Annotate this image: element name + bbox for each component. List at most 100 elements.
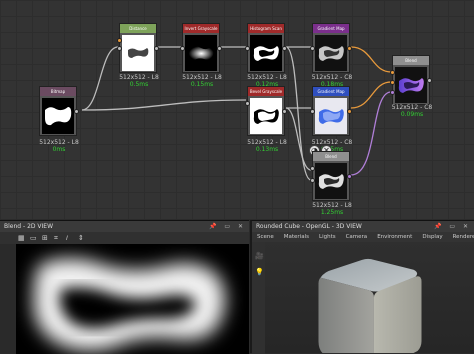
wire-bitmap-bevel	[81, 99, 247, 111]
node-histogram-thumbnail	[250, 35, 282, 71]
node-histogram-input-port[interactable]	[245, 46, 250, 51]
node-blend2-header: Blend	[313, 152, 349, 161]
tiling-icon[interactable]: ⌗	[54, 234, 58, 242]
node-invert-thumbnail	[185, 35, 217, 71]
node-histogram-scan[interactable]: Histogram Scan	[245, 23, 287, 73]
wire-gradient1-blend1	[350, 46, 392, 73]
node-gradient2-input-port[interactable]	[310, 109, 315, 114]
node-invert-output-port[interactable]	[217, 46, 222, 51]
node-bitmap-info: 512x512 - L8 0ms	[29, 139, 89, 153]
node-bevel-size: 512x512 - L8	[247, 139, 287, 146]
node-blend1-thumbnail	[395, 67, 427, 103]
grid-icon[interactable]: ⊞	[42, 234, 48, 242]
wire-histogram-blend2	[285, 46, 312, 181]
node-bitmap-thumbnail	[42, 98, 74, 134]
node-gradient1-thumbnail	[315, 35, 347, 71]
menu-materials[interactable]: Materials	[279, 232, 314, 242]
node-histogram-header: Histogram Scan	[248, 24, 284, 33]
node-gradient2-thumbnail	[315, 98, 347, 134]
menu-lights[interactable]: Lights	[314, 232, 341, 242]
node-blend1-time: 0.09ms	[400, 111, 424, 118]
panel-3d-view: Rounded Cube - OpenGL - 3D VIEW 📌 ▭ ✕ Sc…	[250, 220, 474, 354]
node-invert-info: 512x512 - L8 0.15ms	[172, 74, 232, 88]
node-blend1-input-port-1[interactable]	[390, 70, 395, 75]
rounded-cube-model	[318, 258, 422, 353]
node-bevel-header: Bevel Grayscale	[248, 87, 284, 96]
panel-2d-toolbar: ▦ ▭ ⊞ ⌗ 𝑖 ⇕	[0, 232, 249, 244]
node-distance-time: 0.5ms	[129, 81, 149, 88]
node-gradient-map-1[interactable]: Gradient Map	[310, 23, 352, 73]
node-blend2-time: 1.25ms	[320, 209, 344, 216]
menu-scene[interactable]: Scene	[252, 232, 279, 242]
node-bitmap-size: 512x512 - L8	[39, 139, 79, 146]
node-bevel-info: 512x512 - L8 0.13ms	[237, 139, 297, 153]
node-bitmap-time: 0ms	[52, 146, 66, 153]
node-blend-2[interactable]: Blend	[310, 151, 352, 201]
viewport-3d[interactable]	[265, 242, 474, 353]
menu-renderer[interactable]: Renderer	[448, 232, 474, 242]
panel-3d-sidebar: 🎥 💡	[252, 242, 265, 354]
node-distance-output-port[interactable]	[154, 46, 159, 51]
panel-3d-menubar: Scene Materials Lights Camera Environmen…	[252, 232, 474, 242]
panel-2d-view: Blend - 2D VIEW 📌 ▭ ✕ ▦ ▭ ⊞ ⌗ 𝑖 ⇕	[0, 220, 249, 354]
node-histogram-output-port[interactable]	[282, 46, 287, 51]
node-bevel-time: 0.13ms	[255, 146, 279, 153]
panel-2d-titlebar: Blend - 2D VIEW 📌 ▭ ✕	[0, 221, 249, 232]
frame-icon[interactable]: ▭	[30, 234, 37, 242]
node-gradient1-input-port[interactable]	[310, 46, 315, 51]
viewport-2d[interactable]	[16, 244, 249, 354]
node-bevel-output-port[interactable]	[282, 109, 287, 114]
node-blend2-size: 512x512 - L8	[312, 202, 352, 209]
node-blend1-output-port[interactable]	[427, 78, 432, 83]
node-distance-input-port-2[interactable]	[117, 46, 122, 51]
node-blend1-info: 512x512 - C8 0.09ms	[382, 104, 442, 118]
node-gradient1-output-port[interactable]	[347, 46, 352, 51]
node-invert-time: 0.15ms	[190, 81, 214, 88]
node-invert-size: 512x512 - L8	[182, 74, 222, 81]
node-bitmap-output-port[interactable]	[74, 109, 79, 114]
panel-3d-title: Rounded Cube - OpenGL - 3D VIEW	[256, 223, 362, 230]
node-invert-input-port[interactable]	[180, 46, 185, 51]
node-blend2-output-port[interactable]	[347, 174, 352, 179]
menu-environment[interactable]: Environment	[372, 232, 417, 242]
node-bevel-thumbnail	[250, 98, 282, 134]
resize-icon[interactable]: ⇕	[78, 234, 84, 242]
light-icon[interactable]: 💡	[255, 268, 264, 276]
node-gradient2-output-port[interactable]	[347, 109, 352, 114]
panel-3d-window-controls[interactable]: 📌 ▭ ✕	[434, 221, 471, 232]
node-blend2-thumbnail	[315, 163, 347, 199]
node-bitmap-header: Bitmap	[40, 87, 76, 96]
node-histogram-size: 512x512 - L8	[247, 74, 287, 81]
node-blend2-input-port-1[interactable]	[310, 166, 315, 171]
node-blend1-input-port-3[interactable]	[390, 90, 395, 95]
node-gradient-map-2[interactable]: Gradient Map	[310, 86, 352, 136]
node-distance-thumbnail	[122, 35, 154, 71]
menu-camera[interactable]: Camera	[341, 232, 373, 242]
node-gradient1-header: Gradient Map	[313, 24, 349, 33]
node-graph-canvas[interactable]: Bitmap 512x512 - L8 0ms Distance 512x512…	[0, 0, 474, 219]
node-distance-input-port-1[interactable]	[117, 38, 122, 43]
node-distance[interactable]: Distance	[117, 23, 159, 73]
camera-icon[interactable]: 🎥	[255, 252, 264, 260]
node-distance-info: 512x512 - L8 0.5ms	[109, 74, 169, 88]
node-blend2-input-port-2[interactable]	[310, 178, 315, 183]
node-bitmap[interactable]: Bitmap	[39, 86, 79, 136]
node-distance-header: Distance	[120, 24, 156, 33]
panel-2d-title: Blend - 2D VIEW	[4, 223, 54, 230]
node-invert-header: Invert Grayscale	[183, 24, 219, 33]
node-blend1-header: Blend	[393, 56, 429, 65]
node-invert-grayscale[interactable]: Invert Grayscale	[180, 23, 222, 73]
node-bevel-grayscale[interactable]: Bevel Grayscale	[245, 86, 287, 136]
info-icon[interactable]: 𝑖	[66, 234, 68, 242]
checker-icon[interactable]: ▦	[18, 234, 25, 242]
panel-2d-window-controls[interactable]: 📌 ▭ ✕	[209, 221, 246, 232]
node-bevel-input-port[interactable]	[245, 101, 250, 106]
node-gradient2-header: Gradient Map	[313, 87, 349, 96]
node-blend1-size: 512x512 - C8	[391, 104, 433, 111]
node-blend-1[interactable]: Blend	[390, 55, 432, 105]
node-distance-size: 512x512 - L8	[119, 74, 159, 81]
menu-display[interactable]: Display	[417, 232, 447, 242]
node-blend1-input-port-2[interactable]	[390, 80, 395, 85]
node-blend2-info: 512x512 - L8 1.25ms	[302, 202, 362, 216]
node-gradient1-size: 512x512 - C8	[311, 74, 353, 81]
